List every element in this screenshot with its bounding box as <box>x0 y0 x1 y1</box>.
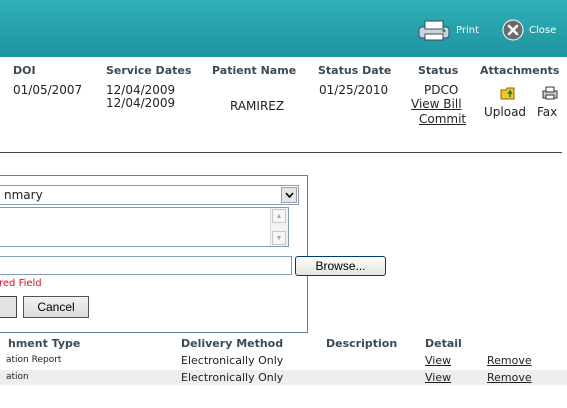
service-date-from: 12/04/2009 <box>106 83 176 97</box>
claims-table-header: DOI Service Dates Patient Name Status Da… <box>0 64 567 80</box>
close-label: Close <box>529 24 557 36</box>
file-path-input[interactable] <box>0 256 292 275</box>
view-link[interactable]: View <box>425 354 451 367</box>
service-date-to: 12/04/2009 <box>106 96 176 110</box>
cancel-button[interactable]: Cancel <box>23 296 89 318</box>
col-detail: Detail <box>425 337 462 350</box>
col-delivery-method: Delivery Method <box>181 337 284 350</box>
upload-icon[interactable] <box>500 86 516 100</box>
col-patient-name: Patient Name <box>212 64 297 77</box>
table-row: ation Electronically Only View Remove <box>0 370 567 385</box>
browse-button[interactable]: Browse... <box>295 256 386 276</box>
col-service-dates: Service Dates <box>106 64 192 77</box>
doi-value: 01/05/2007 <box>13 83 83 97</box>
claim-row: 01/05/2007 12/04/2009 12/04/2009 RAMIREZ… <box>0 83 567 145</box>
top-toolbar: Print Close <box>0 0 567 57</box>
textarea-scrollbar[interactable]: ▲ ▼ <box>270 208 288 246</box>
description-textarea[interactable]: ▲ ▼ <box>0 207 289 247</box>
print-button[interactable]: Print <box>416 19 479 41</box>
submit-button[interactable] <box>0 296 17 318</box>
col-status: Status <box>418 64 459 77</box>
remove-link[interactable]: Remove <box>487 354 532 367</box>
view-bill-link[interactable]: View Bill <box>411 97 462 111</box>
col-description: Description <box>326 337 398 350</box>
close-icon <box>502 19 524 41</box>
close-button[interactable]: Close <box>502 19 556 41</box>
scroll-up-icon[interactable]: ▲ <box>272 209 286 223</box>
attachments-table-header: hment Type Delivery Method Description D… <box>0 337 567 351</box>
delivery-method: Electronically Only <box>181 371 284 384</box>
status-date-value: 01/25/2010 <box>319 83 389 97</box>
chevron-down-icon[interactable] <box>281 187 297 203</box>
required-field-note: red Field <box>0 278 42 289</box>
section-divider <box>0 152 562 153</box>
scroll-down-icon[interactable]: ▼ <box>272 231 286 245</box>
col-status-date: Status Date <box>318 64 392 77</box>
commit-link[interactable]: Commit <box>419 112 466 126</box>
attachment-type: ation Report <box>6 355 62 365</box>
remove-link[interactable]: Remove <box>487 371 532 384</box>
attachment-type: ation <box>6 372 29 382</box>
attachment-type-select[interactable]: nmary <box>0 185 299 205</box>
fax-label[interactable]: Fax <box>537 105 557 119</box>
printer-icon <box>418 20 450 41</box>
table-row: ation Report Electronically Only View Re… <box>0 353 567 368</box>
fax-icon[interactable] <box>542 86 558 100</box>
view-link[interactable]: View <box>425 371 451 384</box>
attachment-type-value: nmary <box>4 188 43 202</box>
patient-name: RAMIREZ <box>230 99 285 113</box>
print-label: Print <box>456 24 480 36</box>
attachment-form: nmary ▲ ▼ Browse... red Field Cancel <box>0 175 386 333</box>
upload-label[interactable]: Upload <box>484 105 526 119</box>
delivery-method: Electronically Only <box>181 354 284 367</box>
status-value: PDCO <box>424 83 459 97</box>
col-attachments: Attachments <box>480 64 560 77</box>
col-attachment-type: hment Type <box>8 337 81 350</box>
col-doi: DOI <box>13 64 36 77</box>
